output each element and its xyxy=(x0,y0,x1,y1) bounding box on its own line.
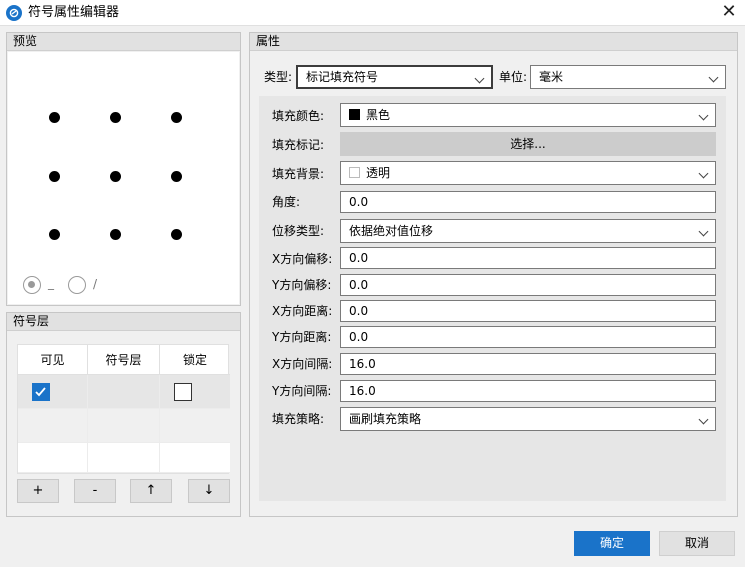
empty-row xyxy=(88,443,160,473)
unit-label: 单位: xyxy=(499,70,528,84)
visible-checkbox[interactable] xyxy=(32,383,50,401)
add-layer-button[interactable]: + xyxy=(17,479,59,503)
unit-select[interactable]: 毫米 xyxy=(530,65,726,89)
fill-bg-select[interactable]: 透明 xyxy=(340,161,716,185)
fill-color-value: 黑色 xyxy=(366,108,391,122)
y-offset-label: Y方向偏移: xyxy=(272,278,332,292)
fill-bg-swatch xyxy=(349,167,360,178)
preview-dot xyxy=(49,171,60,182)
table-row[interactable] xyxy=(18,375,88,409)
fill-strategy-select[interactable]: 画刷填充策略 xyxy=(340,407,716,431)
y-distance-input[interactable]: 0.0 xyxy=(340,326,716,348)
layer-cell[interactable] xyxy=(88,375,160,409)
preview-dot xyxy=(49,112,60,123)
type-label: 类型: xyxy=(264,70,293,84)
fill-color-select[interactable]: 黑色 xyxy=(340,103,716,127)
layers-header: 符号层 xyxy=(7,313,240,331)
empty-row xyxy=(160,409,230,443)
preview-canvas: _ / xyxy=(8,52,239,304)
fill-strategy-value: 画刷填充策略 xyxy=(349,412,422,426)
offset-type-label: 位移类型: xyxy=(272,224,325,238)
offset-type-select[interactable]: 依据绝对值位移 xyxy=(340,219,716,243)
close-icon[interactable]: ✕ xyxy=(718,2,740,24)
chevron-down-icon xyxy=(698,414,709,425)
chevron-down-icon xyxy=(474,73,485,84)
angle-label: 角度: xyxy=(272,195,301,209)
cancel-button[interactable]: 取消 xyxy=(659,531,735,556)
y-gap-label: Y方向间隔: xyxy=(272,384,332,398)
empty-row xyxy=(88,409,160,443)
move-down-button[interactable]: ↓ xyxy=(188,479,230,503)
empty-row xyxy=(160,443,230,473)
layers-table: 可见 符号层 锁定 xyxy=(17,344,230,474)
remove-layer-button[interactable]: - xyxy=(74,479,116,503)
column-layer[interactable]: 符号层 xyxy=(88,345,160,375)
locked-checkbox[interactable] xyxy=(174,383,192,401)
fill-mark-select-button[interactable]: 选择... xyxy=(340,132,716,156)
column-locked[interactable]: 锁定 xyxy=(160,345,230,375)
x-distance-input[interactable]: 0.0 xyxy=(340,300,716,322)
preview-dot xyxy=(171,229,182,240)
preview-group: 预览 _ / xyxy=(6,32,241,306)
fill-bg-label: 填充背景: xyxy=(272,167,325,181)
app-logo-icon xyxy=(6,5,22,21)
preview-dot xyxy=(171,112,182,123)
x-gap-label: X方向间隔: xyxy=(272,357,333,371)
locked-cell[interactable] xyxy=(160,375,230,409)
preview-radio-slash-label: / xyxy=(93,277,98,291)
type-select-value: 标记填充符号 xyxy=(306,70,379,84)
preview-dot xyxy=(110,229,121,240)
type-select[interactable]: 标记填充符号 xyxy=(296,65,493,89)
angle-input[interactable]: 0.0 xyxy=(340,191,716,213)
ok-button[interactable]: 确定 xyxy=(574,531,650,556)
x-gap-input[interactable]: 16.0 xyxy=(340,353,716,375)
fill-color-label: 填充颜色: xyxy=(272,109,325,123)
preview-radio-line[interactable] xyxy=(23,276,41,294)
offset-type-value: 依据绝对值位移 xyxy=(349,224,434,238)
preview-dot xyxy=(110,171,121,182)
preview-radio-line-label: _ xyxy=(48,276,54,290)
unit-select-value: 毫米 xyxy=(539,70,564,84)
y-offset-input[interactable]: 0.0 xyxy=(340,274,716,296)
window-title: 符号属性编辑器 xyxy=(28,5,120,20)
x-offset-input[interactable]: 0.0 xyxy=(340,247,716,269)
properties-header: 属性 xyxy=(250,33,737,51)
property-panel xyxy=(259,96,726,501)
fill-bg-value: 透明 xyxy=(366,166,391,180)
empty-row xyxy=(18,443,88,473)
title-bar: 符号属性编辑器 ✕ xyxy=(0,0,745,26)
preview-dot xyxy=(110,112,121,123)
chevron-down-icon xyxy=(698,110,709,121)
chevron-down-icon xyxy=(698,226,709,237)
chevron-down-icon xyxy=(708,72,719,83)
fill-mark-label: 填充标记: xyxy=(272,138,325,152)
x-distance-label: X方向距离: xyxy=(272,304,333,318)
preview-dot xyxy=(49,229,60,240)
preview-dot xyxy=(171,171,182,182)
fill-strategy-label: 填充策略: xyxy=(272,412,325,426)
preview-radio-slash[interactable] xyxy=(68,276,86,294)
move-up-button[interactable]: ↑ xyxy=(130,479,172,503)
x-offset-label: X方向偏移: xyxy=(272,252,333,266)
y-gap-input[interactable]: 16.0 xyxy=(340,380,716,402)
column-visible[interactable]: 可见 xyxy=(18,345,88,375)
chevron-down-icon xyxy=(698,168,709,179)
empty-row xyxy=(18,409,88,443)
fill-color-swatch xyxy=(349,109,360,120)
preview-header: 预览 xyxy=(7,33,240,51)
y-distance-label: Y方向距离: xyxy=(272,330,332,344)
